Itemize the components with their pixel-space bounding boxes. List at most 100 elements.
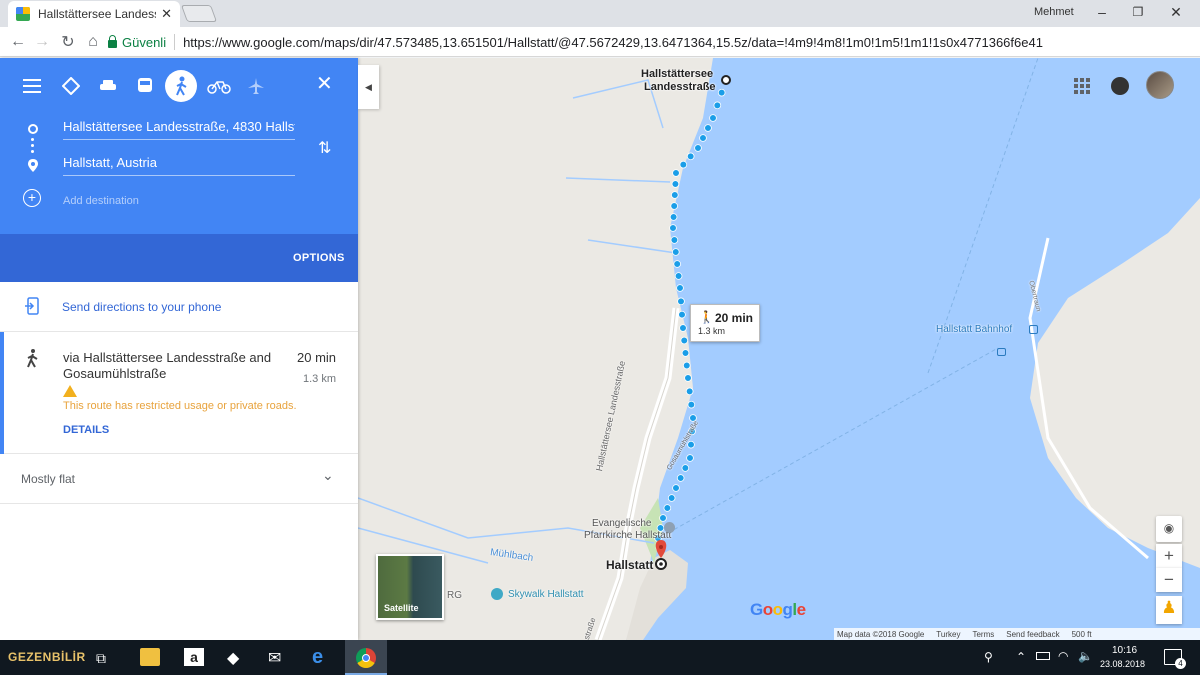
flight-icon[interactable] (240, 70, 272, 102)
walking-icon (24, 348, 40, 373)
profile-name[interactable]: Mehmet (1034, 6, 1074, 18)
new-tab-button[interactable] (180, 5, 218, 22)
route-dot (699, 134, 707, 142)
details-button[interactable]: DETAILS (63, 424, 109, 436)
notifications-icon[interactable] (1111, 77, 1129, 95)
selected-route-indicator (0, 332, 4, 454)
restore-icon[interactable]: ❐ (1128, 5, 1148, 19)
chevron-down-icon[interactable]: ⌄ (322, 467, 334, 484)
destination-pin-icon (27, 158, 39, 178)
route-dot (672, 484, 680, 492)
best-route-icon[interactable] (55, 70, 87, 102)
options-button[interactable]: OPTIONS (293, 252, 345, 264)
route-dot (713, 101, 722, 110)
collapse-panel-button[interactable]: ◀ (358, 65, 379, 109)
clock-time[interactable]: 10:16 (1112, 645, 1137, 656)
windows-taskbar: GEZENBİLİR ⧉ a ◆ ✉ e ⚲ ⌃ ◠ 🔈 10:16 23.08… (0, 640, 1200, 675)
zoom-out-button[interactable]: − (1156, 568, 1182, 592)
send-directions-link[interactable]: Send directions to your phone (62, 300, 221, 314)
clock-date[interactable]: 23.08.2018 (1100, 659, 1145, 669)
reload-icon[interactable]: ↻ (56, 32, 80, 52)
close-directions-icon[interactable]: ✕ (316, 74, 333, 94)
start-label-line2: Landesstraße (644, 81, 716, 93)
pegman-icon[interactable]: ♟ (1156, 596, 1182, 624)
add-destination-icon[interactable]: + (23, 189, 41, 207)
car-icon[interactable] (92, 70, 124, 102)
browser-tab[interactable]: Hallstättersee Landesstraße ✕ (8, 1, 180, 27)
edge-icon[interactable]: e (312, 647, 332, 667)
train-station-icon[interactable] (1029, 325, 1038, 334)
swap-icon[interactable]: ⇅ (318, 138, 331, 158)
file-explorer-icon[interactable] (140, 648, 160, 666)
battery-icon[interactable] (1036, 652, 1050, 660)
route-dot (670, 202, 679, 210)
origin-input[interactable]: Hallstättersee Landesstraße, 4830 Hallst… (63, 118, 295, 140)
amazon-icon[interactable]: a (184, 648, 204, 666)
omnibox[interactable]: Güvenli https://www.google.com/maps/dir/… (108, 30, 1114, 54)
route-dot (686, 152, 695, 161)
route-dot (674, 272, 683, 280)
map-canvas[interactable]: Hallstättersee Landesstraße 🚶 20 min 1.3… (358, 58, 1200, 640)
region-link[interactable]: Turkey (936, 630, 960, 639)
ferry-icon[interactable] (997, 348, 1006, 356)
wifi-icon[interactable]: ◠ (1058, 649, 1068, 663)
terms-link[interactable]: Terms (972, 630, 994, 639)
route-description: via Hallstättersee Landesstraße and Gosa… (63, 350, 272, 381)
task-view-icon[interactable]: ⧉ (96, 650, 116, 668)
scale-label: 500 ft (1071, 629, 1092, 639)
route-dot (704, 124, 712, 132)
destination-input[interactable]: Hallstatt, Austria (63, 154, 295, 176)
my-location-icon[interactable]: ◉ (1156, 516, 1182, 542)
church-label-line1: Evangelische (592, 518, 652, 529)
zoom-in-button[interactable]: + (1156, 544, 1182, 568)
transit-icon[interactable] (129, 70, 161, 102)
church-label-line2: Pfarrkirche Hallstatt (584, 530, 672, 541)
route-dot (685, 387, 694, 396)
route-dot (681, 349, 690, 357)
notification-count: 4 (1175, 658, 1186, 669)
action-center-icon[interactable]: 4 (1164, 649, 1186, 669)
skywalk-icon[interactable] (491, 588, 503, 600)
church-icon[interactable] (664, 522, 675, 533)
address-toolbar: ← → ↻ ⌂ Güvenli https://www.google.com/m… (0, 27, 1200, 78)
secure-indicator[interactable]: Güvenli (108, 35, 166, 50)
terrain-label: Mostly flat (21, 472, 76, 486)
people-icon[interactable]: ⚲ (984, 650, 993, 664)
avatar[interactable] (1146, 71, 1174, 99)
station-label[interactable]: Hallstatt Bahnhof (936, 324, 1012, 335)
route-dot (673, 260, 682, 268)
minimize-icon[interactable]: – (1092, 4, 1112, 20)
show-hidden-icons[interactable]: ⌃ (1016, 650, 1026, 664)
home-icon[interactable]: ⌂ (81, 33, 105, 51)
window-close-icon[interactable]: ✕ (1166, 4, 1186, 21)
tab-close-icon[interactable]: ✕ (161, 6, 172, 22)
route-dot (679, 324, 687, 332)
cycling-icon[interactable] (203, 70, 235, 102)
volume-icon[interactable]: 🔈 (1078, 649, 1093, 663)
origin-dot-icon (28, 124, 38, 134)
route-dot (678, 310, 686, 319)
warning-icon (63, 385, 77, 397)
route-time-popup[interactable]: 🚶 20 min 1.3 km (690, 304, 760, 342)
google-logo: Google (750, 600, 806, 619)
back-icon[interactable]: ← (6, 33, 30, 51)
mail-icon[interactable]: ✉ (268, 648, 288, 667)
elevation-row[interactable]: Mostly flat ⌄ (0, 454, 358, 504)
apps-grid-icon[interactable] (1074, 78, 1090, 94)
route-dot (671, 180, 680, 188)
walking-mode-icon[interactable] (165, 70, 197, 102)
satellite-toggle[interactable]: Satellite (376, 554, 444, 620)
dropbox-icon[interactable]: ◆ (227, 648, 247, 667)
menu-icon[interactable] (16, 70, 48, 102)
map-footer: Map data ©2018 Google Turkey Terms Send … (834, 628, 1200, 640)
route-option[interactable]: via Hallstättersee Landesstraße and Gosa… (0, 332, 358, 454)
skywalk-label[interactable]: Skywalk Hallstatt (508, 589, 584, 600)
add-destination-field[interactable]: Add destination (63, 192, 295, 214)
forward-icon[interactable]: → (30, 33, 54, 51)
url-text[interactable]: https://www.google.com/maps/dir/47.57348… (183, 35, 1043, 50)
chrome-taskbar-button[interactable] (345, 640, 387, 675)
route-warning: This route has restricted usage or priva… (63, 400, 297, 412)
travel-mode-bar (0, 70, 358, 102)
feedback-link[interactable]: Send feedback (1006, 630, 1059, 639)
send-to-phone-row[interactable]: Send directions to your phone (0, 282, 358, 332)
